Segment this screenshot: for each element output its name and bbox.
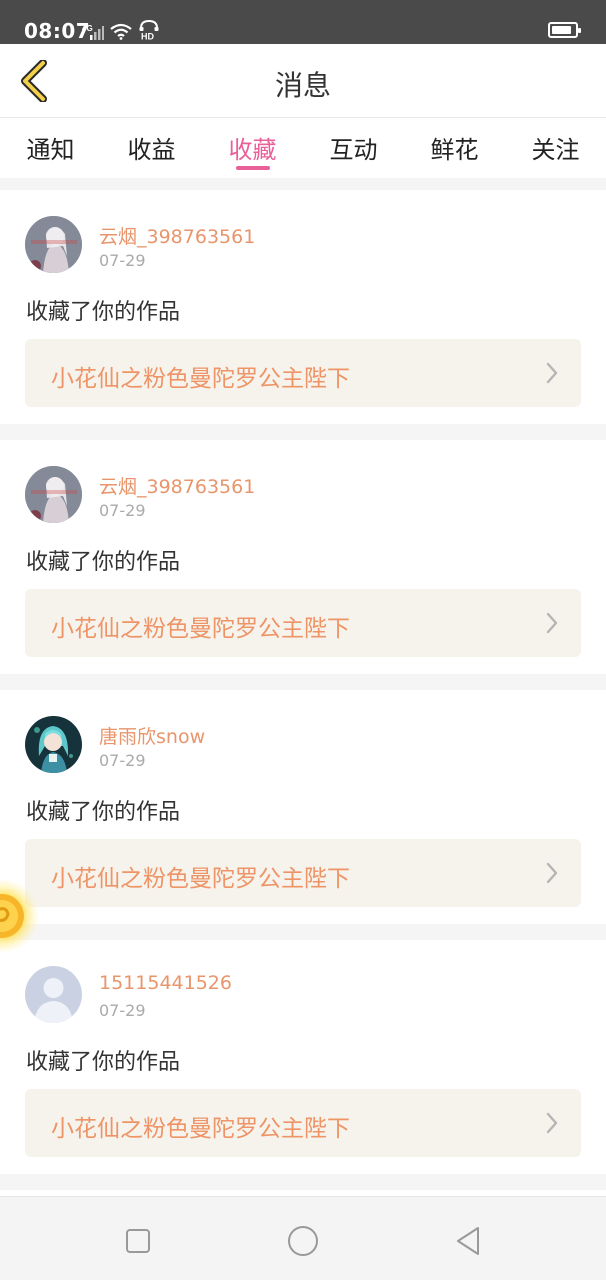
work-link[interactable]: 小花仙之粉色曼陀罗公主陛下 [25,339,581,407]
work-title: 小花仙之粉色曼陀罗公主陛下 [51,1116,350,1142]
svg-text:HD: HD [141,32,154,41]
anime-girl-teal-avatar [25,716,82,773]
battery-icon [548,22,581,38]
message-date: 07-29 [99,251,146,270]
tab-earnings[interactable]: 收益 [101,118,202,178]
anime-girl-pale-avatar [25,216,82,273]
tab-label: 互动 [329,136,378,164]
home-icon [288,1226,318,1256]
work-title: 小花仙之粉色曼陀罗公主陛下 [51,366,350,392]
tab-interactions[interactable]: 互动 [303,118,404,178]
coin-icon [0,878,40,954]
work-title: 小花仙之粉色曼陀罗公主陛下 [51,866,350,892]
tab-label: 通知 [26,136,75,164]
avatar[interactable] [25,216,82,273]
signal-icon: 4G [82,24,104,44]
work-link[interactable]: 小花仙之粉色曼陀罗公主陛下 [25,589,581,657]
message-date: 07-29 [99,751,146,770]
chevron-right-icon [546,1112,558,1134]
status-icons: 4G HD [82,19,160,44]
username[interactable]: 云烟_398763561 [99,472,255,499]
message-card: 15115441526 07-29 收藏了你的作品 小花仙之粉色曼陀罗公主陛下 [0,940,606,1174]
action-text: 收藏了你的作品 [26,300,181,325]
recent-apps-button[interactable] [118,1221,158,1261]
active-tab-indicator [235,166,270,170]
tab-label: 收藏 [228,136,277,164]
chevron-right-icon [546,362,558,384]
message-date: 07-29 [99,1001,146,1020]
default-user-avatar [25,966,82,1023]
anime-girl-pale-avatar [25,466,82,523]
username[interactable]: 云烟_398763561 [99,222,255,249]
battery-level [552,26,571,34]
header: 消息 [0,44,606,118]
username[interactable]: 唐雨欣snow [99,722,205,749]
message-card: 云烟_398763561 07-29 收藏了你的作品 小花仙之粉色曼陀罗公主陛下 [0,190,606,424]
work-link[interactable]: 小花仙之粉色曼陀罗公主陛下 [25,1089,581,1157]
tab-notifications[interactable]: 通知 [0,118,101,178]
tab-flowers[interactable]: 鲜花 [404,118,505,178]
tab-label: 鲜花 [430,136,479,164]
wifi-icon [110,23,132,44]
back-triangle-icon [457,1227,479,1255]
page-title: 消息 [274,69,331,102]
username[interactable]: 15115441526 [99,972,232,994]
avatar[interactable] [25,466,82,523]
work-title: 小花仙之粉色曼陀罗公主陛下 [51,616,350,642]
message-card: 云烟_398763561 07-29 收藏了你的作品 小花仙之粉色曼陀罗公主陛下 [0,440,606,674]
recent-apps-icon [126,1229,150,1253]
home-button[interactable] [283,1221,323,1261]
avatar[interactable] [25,716,82,773]
work-link[interactable]: 小花仙之粉色曼陀罗公主陛下 [25,839,581,907]
message-date: 07-29 [99,501,146,520]
message-card: 唐雨欣snow 07-29 收藏了你的作品 小花仙之粉色曼陀罗公主陛下 [0,690,606,924]
system-nav-bar [0,1196,606,1280]
action-text: 收藏了你的作品 [26,800,181,825]
tab-label: 收益 [127,136,176,164]
status-time: 08:07 [24,19,91,43]
status-bar: 08:07 4G HD [0,0,606,44]
hd-call-icon: HD [138,19,160,44]
avatar[interactable] [25,966,82,1023]
floating-coin-button[interactable] [0,876,40,956]
action-text: 收藏了你的作品 [26,550,181,575]
tab-label: 关注 [531,136,580,164]
tab-favorites[interactable]: 收藏 [202,118,303,178]
chevron-right-icon [546,862,558,884]
tab-follows[interactable]: 关注 [505,118,606,178]
action-text: 收藏了你的作品 [26,1050,181,1075]
chevron-right-icon [546,612,558,634]
tab-bar: 通知 收益 收藏 互动 鲜花 关注 [0,118,606,178]
svg-text:4G: 4G [82,24,93,33]
back-nav-button[interactable] [448,1221,488,1261]
